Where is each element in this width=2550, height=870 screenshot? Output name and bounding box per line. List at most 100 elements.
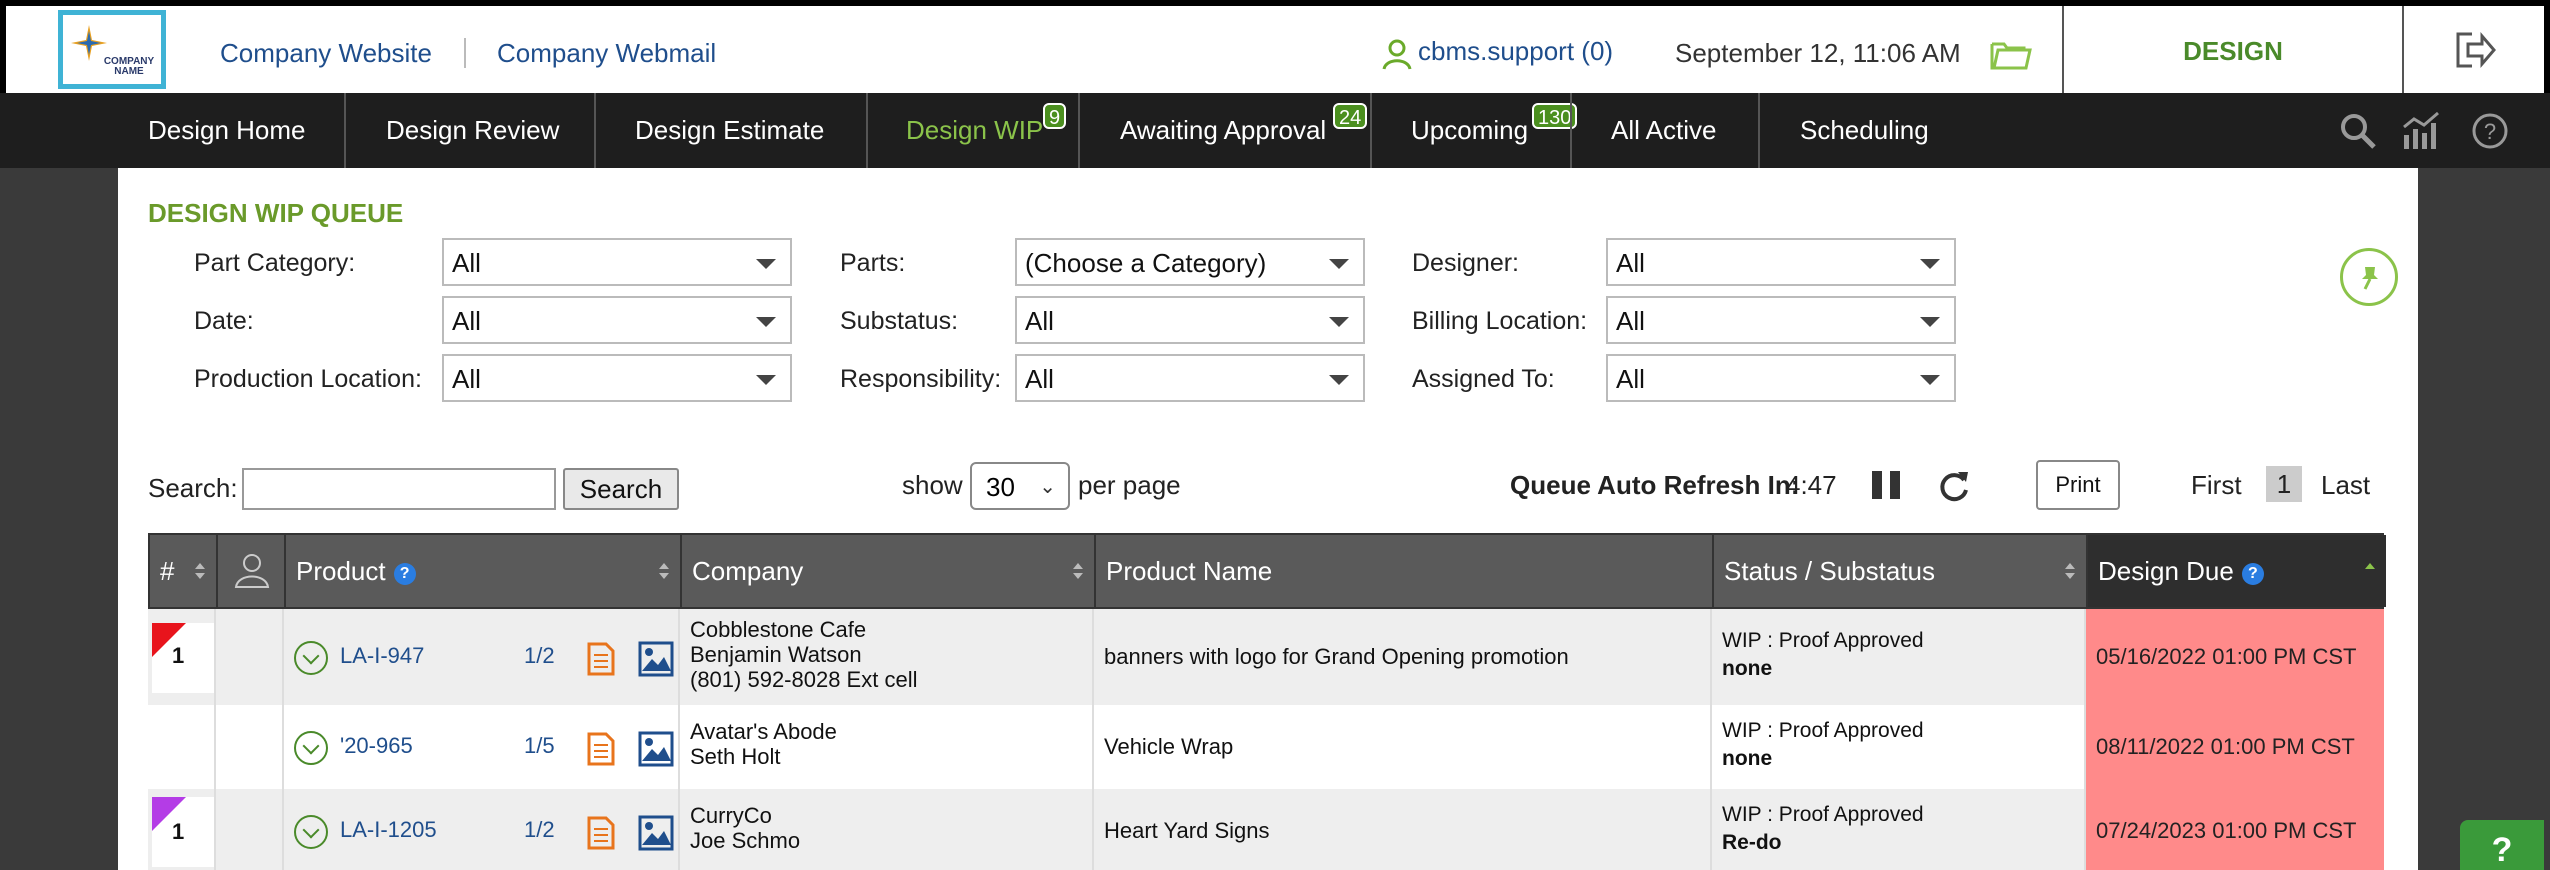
assigned-to-select[interactable]: All	[1606, 354, 1956, 402]
document-icon[interactable]	[586, 641, 616, 677]
nav-awaiting-approval-badge: 24	[1333, 103, 1368, 129]
product-part-count[interactable]: 1/2	[524, 643, 555, 669]
col-product-name-label: Product Name	[1106, 556, 1273, 586]
caret-down-icon	[756, 259, 776, 269]
production-location-select[interactable]: All	[442, 354, 792, 402]
pin-filters-button[interactable]	[2340, 248, 2398, 306]
nav-all-active[interactable]: All Active	[1611, 93, 1717, 168]
link-divider	[464, 38, 466, 68]
part-category-select[interactable]: All	[442, 238, 792, 286]
col-company[interactable]: Company	[682, 535, 1096, 607]
parts-select[interactable]: (Choose a Category)	[1015, 238, 1365, 286]
contact-name: Joe Schmo	[690, 828, 801, 853]
nav-divider	[866, 93, 868, 168]
table-row[interactable]: '20-965 1/5 Avatar's Abode Seth Holt Veh…	[148, 705, 2384, 789]
help-icon[interactable]: ?	[2470, 111, 2510, 151]
refresh-icon[interactable]	[1936, 468, 1972, 504]
design-mode-button[interactable]: DESIGN	[2062, 6, 2404, 93]
row-company-cell: Avatar's Abode Seth Holt	[680, 705, 1094, 789]
responsibility-select[interactable]: All	[1015, 354, 1365, 402]
show-label: show	[902, 470, 963, 500]
expand-row-icon[interactable]	[294, 815, 328, 849]
responsibility-value: All	[1025, 364, 1054, 394]
auto-refresh-label: Queue Auto Refresh In:	[1510, 470, 1800, 500]
product-link[interactable]: LA-I-1205	[340, 817, 437, 843]
question-circle-icon[interactable]: ?	[2241, 563, 2264, 585]
date-select[interactable]: All	[442, 296, 792, 344]
document-icon[interactable]	[586, 731, 616, 767]
pause-icon[interactable]	[1870, 470, 1906, 500]
table-row[interactable]: 1 LA-I-1205 1/2 CurryCo Joe Schmo Heart …	[148, 789, 2384, 870]
company-webmail-link[interactable]: Company Webmail	[497, 38, 716, 69]
product-part-count[interactable]: 1/2	[524, 817, 555, 843]
product-name: Heart Yard Signs	[1104, 818, 1270, 843]
search-button[interactable]: Search	[563, 468, 679, 510]
col-assignee[interactable]	[218, 535, 286, 607]
help-chat-button[interactable]: ?	[2460, 820, 2544, 870]
contact-name: Benjamin Watson	[690, 642, 862, 667]
row-number-cell	[148, 705, 216, 789]
logout-icon[interactable]	[2454, 30, 2498, 70]
question-circle-icon[interactable]: ?	[393, 563, 416, 585]
per-page-label: per page	[1078, 470, 1181, 500]
product-part-count[interactable]: 1/5	[524, 733, 555, 759]
col-product-label: Product	[296, 556, 386, 586]
search-input[interactable]	[242, 468, 556, 510]
nav-design-wip[interactable]: Design WIP	[906, 93, 1043, 168]
search-label: Search:	[148, 473, 238, 503]
document-icon[interactable]	[586, 815, 616, 851]
row-number-box: 1	[152, 797, 214, 867]
product-link[interactable]: '20-965	[340, 733, 413, 759]
image-icon[interactable]	[638, 641, 674, 677]
table-row[interactable]: 1 LA-I-947 1/2 Cobblestone Cafe Benjamin…	[148, 609, 2384, 705]
production-location-value: All	[452, 364, 481, 394]
user-account-link[interactable]: cbms.support (0)	[1418, 36, 1613, 67]
nav-divider	[1758, 93, 1760, 168]
pager-first[interactable]: First	[2191, 470, 2242, 501]
nav-upcoming[interactable]: Upcoming	[1411, 93, 1528, 168]
image-icon[interactable]	[638, 815, 674, 851]
designer-select[interactable]: All	[1606, 238, 1956, 286]
nav-scheduling[interactable]: Scheduling	[1800, 93, 1929, 168]
folder-icon[interactable]	[1990, 38, 2032, 70]
col-design-due[interactable]: Design Due?	[2088, 535, 2386, 607]
analytics-icon[interactable]	[2400, 111, 2444, 151]
col-status[interactable]: Status / Substatus	[1714, 535, 2088, 607]
row-assignee-cell	[216, 609, 284, 705]
substatus-select[interactable]: All	[1015, 296, 1365, 344]
date-value: All	[452, 306, 481, 336]
per-page-select[interactable]: 30 ⌄	[970, 462, 1070, 510]
billing-location-select[interactable]: All	[1606, 296, 1956, 344]
col-number[interactable]: #	[150, 535, 218, 607]
pager-last[interactable]: Last	[2321, 470, 2370, 501]
assigned-to-label: Assigned To:	[1412, 365, 1555, 393]
sort-icon	[1073, 563, 1083, 579]
expand-row-icon[interactable]	[294, 731, 328, 765]
expand-row-icon[interactable]	[294, 641, 328, 675]
caret-down-icon	[1329, 259, 1349, 269]
product-link[interactable]: LA-I-947	[340, 643, 424, 669]
image-icon[interactable]	[638, 731, 674, 767]
col-product[interactable]: Product?	[286, 535, 682, 607]
user-icon	[1382, 39, 1412, 70]
col-product-name[interactable]: Product Name	[1096, 535, 1714, 607]
search-icon[interactable]	[2338, 111, 2378, 151]
nav-design-review[interactable]: Design Review	[386, 93, 559, 168]
row-product-name-cell: banners with logo for Grand Opening prom…	[1094, 609, 1712, 705]
row-number: 1	[172, 643, 185, 668]
design-due-cell: 07/24/2023 01:00 PM CST	[2086, 789, 2384, 870]
company-website-link[interactable]: Company Website	[220, 38, 432, 69]
col-company-label: Company	[692, 556, 804, 586]
company-logo[interactable]: COMPANY NAME	[58, 10, 166, 89]
part-category-label: Part Category:	[194, 249, 356, 277]
nav-design-home[interactable]: Design Home	[148, 93, 306, 168]
nav-design-estimate[interactable]: Design Estimate	[635, 93, 824, 168]
designer-label: Designer:	[1412, 249, 1519, 277]
status-text: WIP : Proof Approved	[1722, 719, 1924, 742]
responsibility-label: Responsibility:	[840, 365, 1002, 393]
pager-current-page[interactable]: 1	[2266, 466, 2302, 502]
contact-phone: (801) 592-8028 Ext cell	[690, 667, 918, 692]
caret-down-icon	[1920, 375, 1940, 385]
print-button[interactable]: Print	[2036, 460, 2120, 510]
nav-awaiting-approval[interactable]: Awaiting Approval	[1120, 93, 1326, 168]
